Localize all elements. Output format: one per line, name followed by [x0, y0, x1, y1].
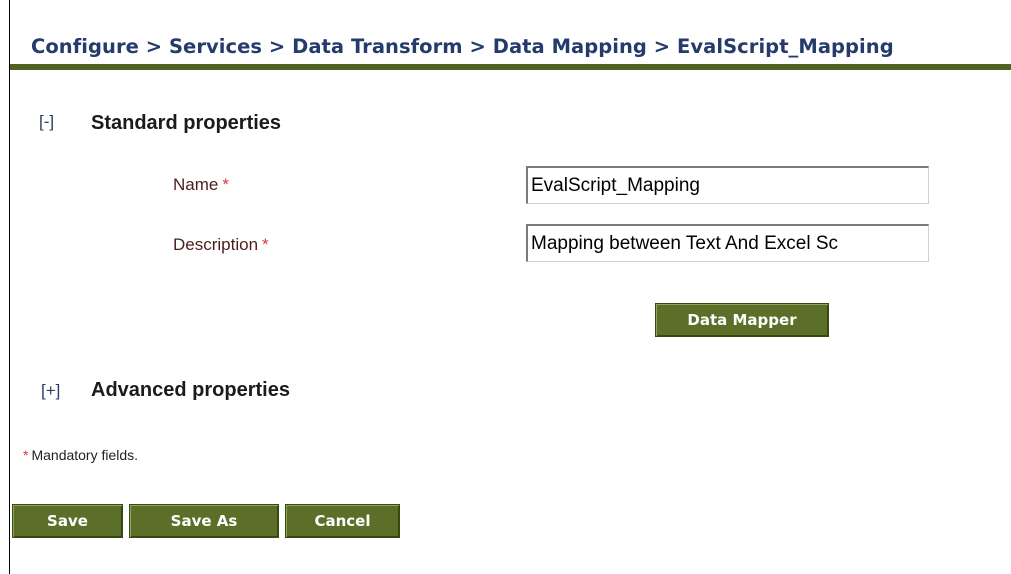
title-underline — [10, 64, 1011, 70]
description-label: Description * — [173, 235, 269, 255]
mandatory-note-marker: * — [23, 447, 29, 463]
page: Configure > Services > Data Transform > … — [0, 0, 1011, 574]
description-input[interactable] — [526, 224, 929, 262]
standard-properties-heading: Standard properties — [91, 112, 282, 134]
breadcrumb: Configure > Services > Data Transform > … — [31, 35, 894, 58]
description-label-text: Description — [173, 235, 259, 254]
description-required-marker: * — [262, 235, 269, 254]
standard-properties-collapse-toggle[interactable]: [-] — [39, 112, 54, 132]
advanced-properties-heading: Advanced properties — [91, 379, 290, 401]
left-border-line — [9, 0, 10, 574]
mandatory-fields-note: * Mandatory fields. — [23, 447, 138, 463]
save-as-button[interactable]: Save As — [129, 504, 279, 538]
cancel-button[interactable]: Cancel — [285, 504, 400, 538]
name-label-text: Name — [173, 175, 219, 194]
name-required-marker: * — [222, 175, 229, 194]
save-button[interactable]: Save — [12, 504, 123, 538]
name-input[interactable] — [526, 166, 929, 204]
data-mapper-button[interactable]: Data Mapper — [655, 303, 829, 337]
advanced-properties-expand-toggle[interactable]: [+] — [41, 381, 60, 401]
name-label: Name * — [173, 175, 229, 195]
mandatory-note-text: Mandatory fields. — [31, 447, 139, 463]
